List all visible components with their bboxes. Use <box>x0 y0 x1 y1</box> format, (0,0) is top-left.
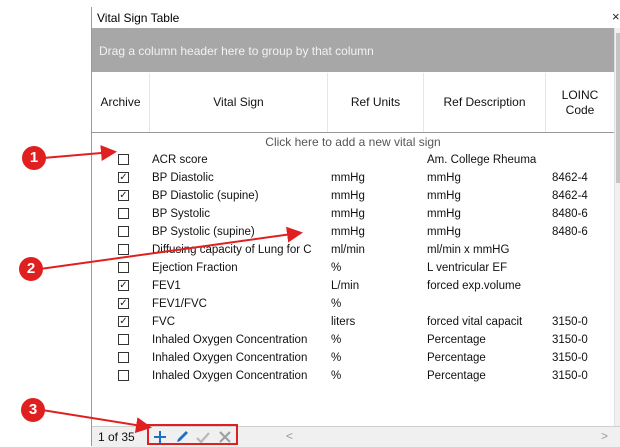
callout-2-arrow <box>39 226 303 270</box>
callout-3: 3 <box>21 398 45 422</box>
callout-3-arrow <box>41 409 152 433</box>
callout-1-arrow <box>42 145 117 161</box>
callout-arrows <box>39 145 303 433</box>
callout-1: 1 <box>22 146 46 170</box>
toolbar-highlight-box <box>147 424 238 445</box>
callout-2: 2 <box>19 257 43 281</box>
